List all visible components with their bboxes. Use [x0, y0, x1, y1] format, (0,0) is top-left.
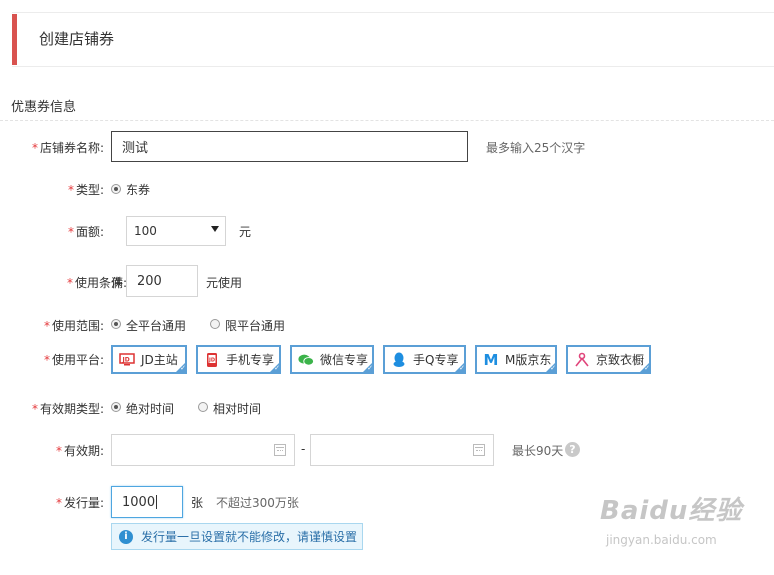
mobile-icon: JD	[204, 352, 220, 368]
chevron-down-icon	[211, 226, 219, 232]
amount-unit: 元	[239, 225, 252, 239]
platform-jd-closet[interactable]: 京致衣橱	[566, 345, 651, 374]
condition-prefix: 满	[111, 276, 124, 290]
date-separator: -	[301, 442, 306, 456]
scope-limited-radio[interactable]	[210, 319, 220, 329]
watermark-url: jingyan.baidu.com	[606, 533, 717, 547]
hanger-icon	[574, 352, 590, 368]
platform-m-jd[interactable]: M M版京东	[475, 345, 557, 374]
page-title: 创建店铺券	[39, 30, 115, 48]
m-jd-icon: M	[483, 350, 499, 369]
svg-text:JD: JD	[122, 356, 130, 363]
info-icon: i	[119, 529, 133, 544]
section-divider	[0, 120, 774, 121]
page-header	[12, 12, 774, 67]
wechat-icon	[298, 352, 314, 368]
scope-all-label: 全平台通用	[126, 319, 187, 333]
platform-mobile[interactable]: JD 手机专享	[196, 345, 281, 374]
coupon-name-input[interactable]: 测试	[111, 131, 468, 162]
scope-label: * 使用范围:	[43, 319, 104, 333]
start-date-input[interactable]	[111, 434, 295, 466]
platform-label: * 使用平台:	[43, 353, 104, 367]
jd-main-icon: JD	[119, 352, 135, 368]
name-label: * 店铺券名称:	[31, 141, 104, 155]
type-radio[interactable]	[111, 184, 121, 194]
platform-jd-main[interactable]: JD JD主站	[111, 345, 187, 374]
amount-select[interactable]: 100	[126, 216, 226, 246]
validity-absolute-label: 绝对时间	[126, 402, 175, 416]
amount-label: * 面额:	[67, 225, 104, 239]
checked-corner-icon	[454, 362, 464, 372]
qq-icon	[391, 352, 407, 368]
section-title: 优惠券信息	[11, 100, 77, 115]
platform-qq[interactable]: 手Q专享	[383, 345, 466, 374]
scope-limited-label: 限平台通用	[225, 319, 286, 333]
checked-corner-icon	[362, 362, 372, 372]
calendar-icon[interactable]	[473, 444, 485, 456]
validity-relative-radio[interactable]	[198, 402, 208, 412]
validity-absolute-radio[interactable]	[111, 402, 121, 412]
type-label: * 类型:	[67, 183, 104, 197]
checked-corner-icon	[269, 362, 279, 372]
name-hint: 最多输入25个汉字	[486, 141, 586, 155]
type-option-label: 东券	[126, 183, 151, 197]
help-icon[interactable]: ?	[565, 442, 580, 457]
validity-hint: 最长90天	[512, 444, 564, 458]
checked-corner-icon	[639, 362, 649, 372]
platform-wechat[interactable]: 微信专享	[290, 345, 374, 374]
validity-type-label: * 有效期类型:	[31, 402, 104, 416]
calendar-icon[interactable]	[274, 444, 286, 456]
baidu-watermark: Baidu经验 jingyan.baidu.com	[600, 490, 770, 570]
quantity-label: * 发行量:	[55, 496, 104, 510]
validity-relative-label: 相对时间	[213, 402, 262, 416]
end-date-input[interactable]	[310, 434, 494, 466]
quantity-input[interactable]: 1000	[111, 486, 183, 518]
scope-all-radio[interactable]	[111, 319, 121, 329]
watermark-brand: Baidu经验	[600, 496, 743, 526]
header-accent-bar	[12, 14, 17, 65]
checked-corner-icon	[175, 362, 185, 372]
condition-suffix: 元使用	[206, 276, 243, 290]
checked-corner-icon	[545, 362, 555, 372]
quantity-notice: i 发行量一旦设置就不能修改，请谨慎设置	[111, 523, 363, 550]
quantity-unit: 张	[191, 496, 204, 510]
quantity-hint: 不超过300万张	[216, 496, 299, 510]
svg-text:JD: JD	[208, 357, 215, 363]
validity-label: * 有效期:	[55, 444, 104, 458]
condition-amount-input[interactable]: 200	[126, 265, 198, 297]
